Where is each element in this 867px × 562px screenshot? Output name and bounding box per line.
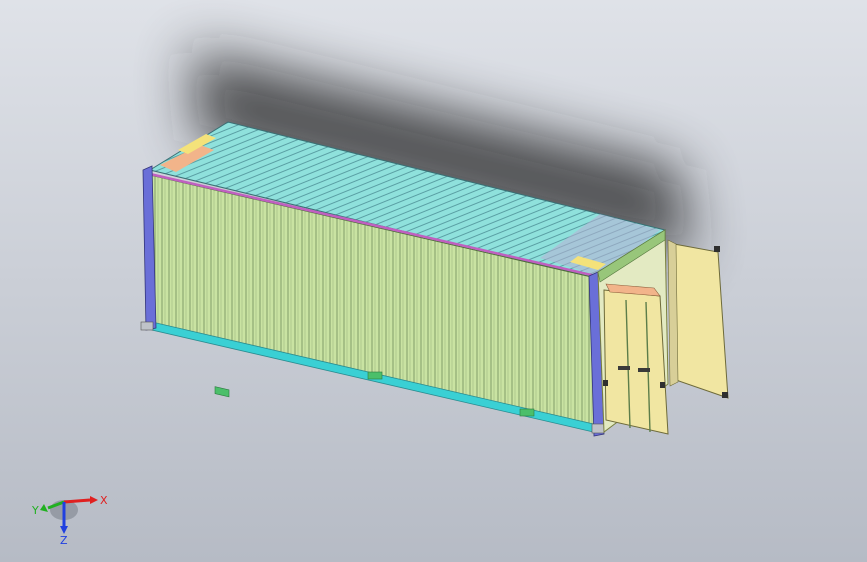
- door-handle[interactable]: [638, 368, 650, 372]
- x-axis-icon: [63, 498, 91, 504]
- door-handle[interactable]: [618, 366, 630, 370]
- y-axis-label: Y: [31, 504, 39, 517]
- x-arrow-icon: [90, 496, 98, 504]
- cad-viewport[interactable]: X Y Z: [0, 0, 867, 562]
- fork-pocket: [519, 408, 535, 417]
- orientation-triad[interactable]: X Y Z: [30, 488, 110, 548]
- y-arrow-icon: [40, 504, 48, 512]
- rear-corner-fitting: [140, 321, 154, 331]
- door-hinge: [714, 246, 720, 252]
- 3d-scene[interactable]: [0, 0, 867, 562]
- z-arrow-icon: [60, 526, 68, 534]
- front-corner-fitting: [591, 423, 605, 434]
- door-hinge: [660, 382, 665, 388]
- container-door-left[interactable]: [603, 289, 669, 435]
- x-axis-label: X: [100, 494, 108, 507]
- door-edge: [667, 239, 679, 387]
- z-axis-label: Z: [60, 534, 68, 547]
- door-hinge: [722, 392, 728, 398]
- fork-pocket: [367, 371, 383, 380]
- door-hinge: [603, 380, 608, 386]
